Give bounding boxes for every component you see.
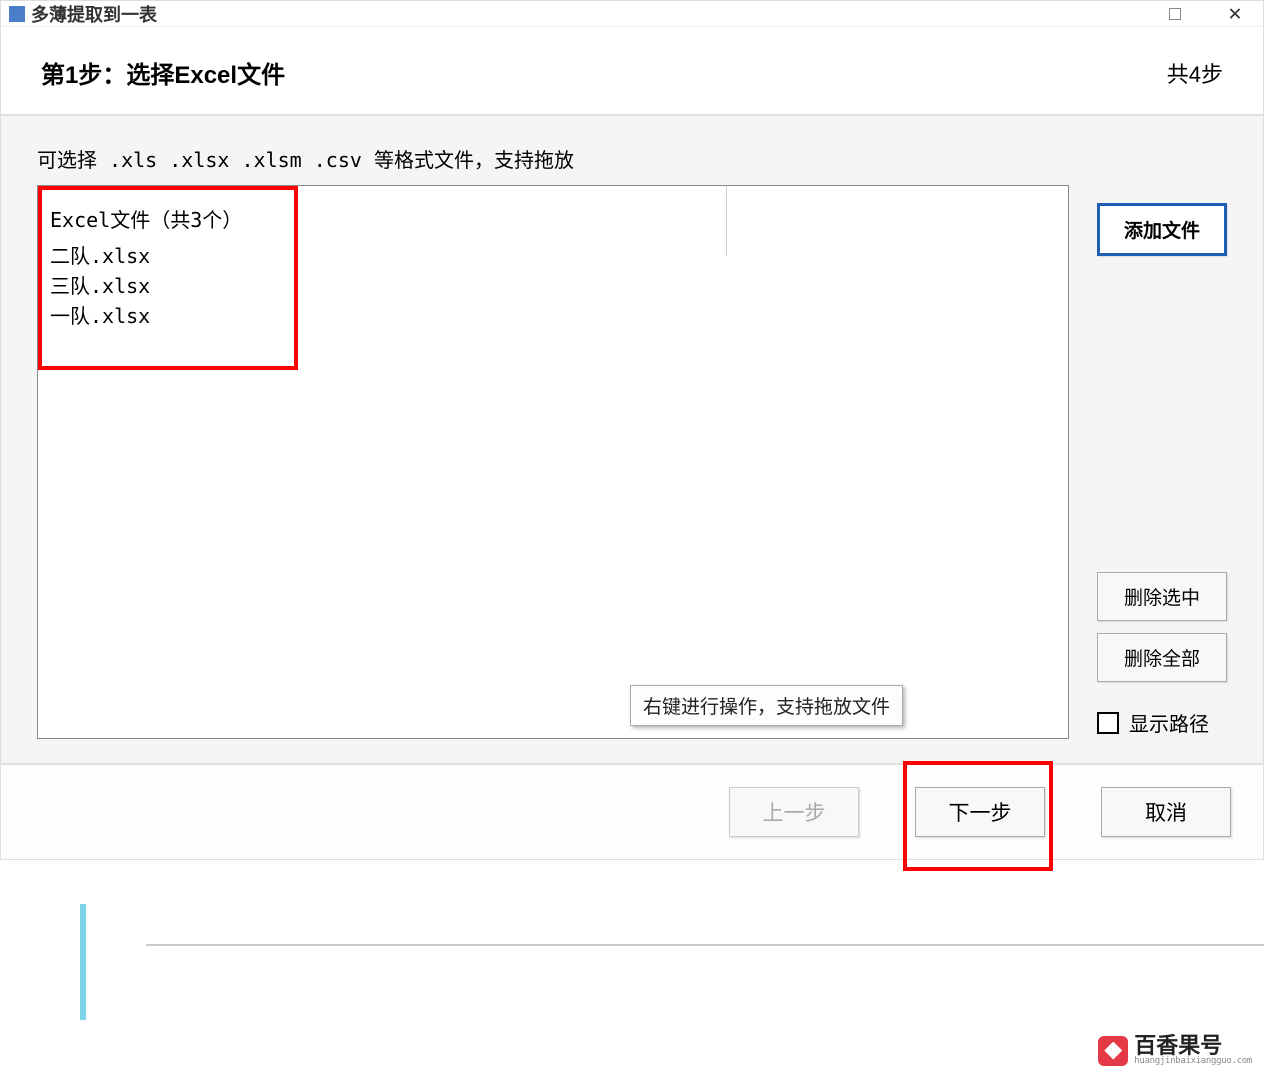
watermark: 百香果号 huangjinbaixiangguo.com: [1098, 1035, 1252, 1066]
next-button-wrap: 下一步: [915, 787, 1045, 837]
file-list-header: Excel文件（共3个）: [50, 204, 1056, 233]
show-path-row[interactable]: 显示路径: [1097, 708, 1227, 737]
decorative-bar: [80, 904, 86, 1020]
wizard-header: 第1步：选择Excel文件 共4步: [1, 27, 1263, 116]
titlebar-controls: ✕: [1155, 3, 1255, 25]
watermark-text: 百香果号 huangjinbaixiangguo.com: [1134, 1035, 1252, 1066]
background-area: [0, 902, 1264, 1082]
window-title: 多薄提取到一表: [31, 1, 157, 27]
next-button[interactable]: 下一步: [915, 787, 1045, 837]
decorative-line: [146, 944, 1264, 946]
minimize-icon: [1169, 8, 1181, 20]
format-hint: 可选择 .xls .xlsx .xlsm .csv 等格式文件，支持拖放: [37, 144, 1227, 173]
list-item[interactable]: 二队.xlsx: [50, 241, 1056, 271]
add-file-button[interactable]: 添加文件: [1097, 203, 1227, 256]
close-icon: ✕: [1228, 1, 1241, 26]
step-count: 共4步: [1167, 57, 1223, 89]
delete-all-button[interactable]: 删除全部: [1097, 633, 1227, 682]
side-lower-buttons: 删除选中 删除全部 显示路径: [1097, 572, 1227, 737]
wizard-window: 多薄提取到一表 ✕ 第1步：选择Excel文件 共4步 可选择 .xls .xl…: [0, 0, 1264, 860]
show-path-checkbox[interactable]: [1097, 712, 1119, 734]
wizard-content: 可选择 .xls .xlsx .xlsm .csv 等格式文件，支持拖放 Exc…: [1, 116, 1263, 763]
delete-selected-button[interactable]: 删除选中: [1097, 572, 1227, 621]
cancel-button[interactable]: 取消: [1101, 787, 1231, 837]
minimize-button[interactable]: [1155, 3, 1195, 25]
side-buttons: 添加文件 删除选中 删除全部 显示路径: [1097, 185, 1227, 737]
step-title: 第1步：选择Excel文件: [41, 55, 285, 90]
main-row: Excel文件（共3个） 二队.xlsx 三队.xlsx 一队.xlsx 右键进…: [37, 185, 1227, 739]
app-icon: [9, 6, 25, 22]
list-item[interactable]: 三队.xlsx: [50, 271, 1056, 301]
titlebar-left: 多薄提取到一表: [9, 1, 157, 27]
show-path-label: 显示路径: [1129, 708, 1209, 737]
drag-hint-tooltip: 右键进行操作，支持拖放文件: [630, 685, 903, 726]
list-item[interactable]: 一队.xlsx: [50, 301, 1056, 331]
file-list-panel[interactable]: Excel文件（共3个） 二队.xlsx 三队.xlsx 一队.xlsx 右键进…: [37, 185, 1069, 739]
watermark-main: 百香果号: [1134, 1035, 1252, 1057]
wizard-footer: 上一步 下一步 取消: [1, 763, 1263, 859]
close-button[interactable]: ✕: [1215, 3, 1255, 25]
titlebar: 多薄提取到一表 ✕: [1, 1, 1263, 27]
watermark-icon: [1098, 1036, 1128, 1066]
file-list-inner: Excel文件（共3个） 二队.xlsx 三队.xlsx 一队.xlsx: [38, 186, 1068, 341]
watermark-sub: huangjinbaixiangguo.com: [1134, 1057, 1252, 1066]
prev-button: 上一步: [729, 787, 859, 837]
